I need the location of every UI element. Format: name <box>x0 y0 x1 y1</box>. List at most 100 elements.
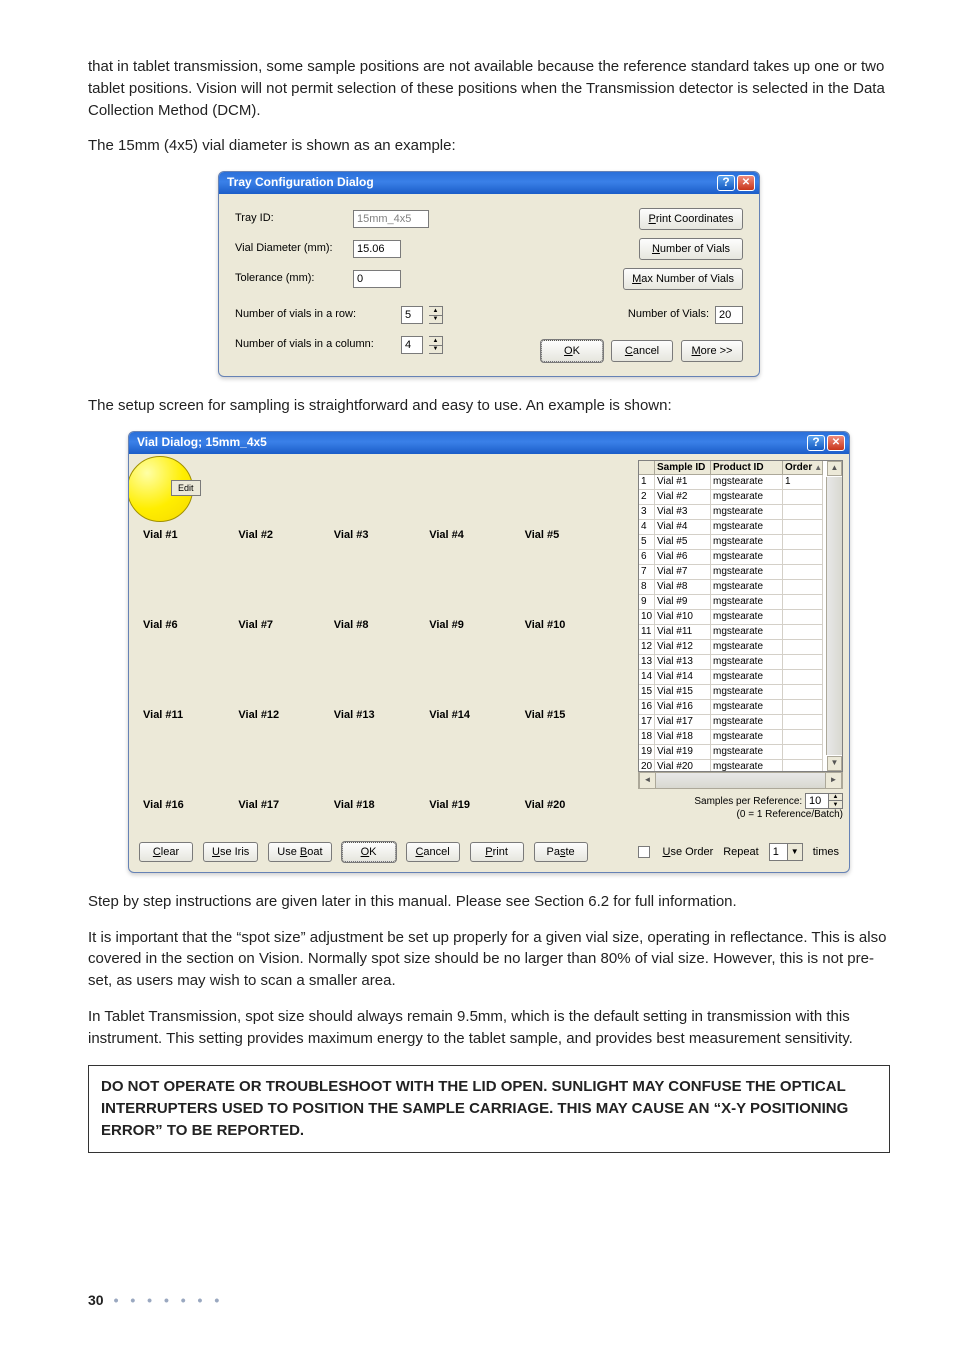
print-coordinates-button[interactable]: Print Coordinates <box>639 208 743 230</box>
vial-label: Vial #1 <box>143 528 178 544</box>
close-icon[interactable] <box>737 175 755 191</box>
samples-per-ref-hint: (0 = 1 Reference/Batch) <box>737 809 843 820</box>
vial-cell[interactable]: Vial #3 <box>334 468 429 544</box>
table-row[interactable]: 12Vial #12mgstearate <box>639 640 842 655</box>
table-row[interactable]: 18Vial #18mgstearate <box>639 730 842 745</box>
table-row[interactable]: 1Vial #1mgstearate1 <box>639 475 842 490</box>
tolerance-label: Tolerance (mm): <box>235 271 347 287</box>
vial-cell[interactable]: Vial #5 <box>525 468 620 544</box>
tolerance-input[interactable] <box>353 270 401 288</box>
scroll-left-icon[interactable]: ◄ <box>639 773 656 788</box>
help-icon[interactable] <box>717 175 735 191</box>
table-row[interactable]: 5Vial #5mgstearate <box>639 535 842 550</box>
tray-id-label: Tray ID: <box>235 211 347 227</box>
vial-cell[interactable]: Vial #13 <box>334 648 429 724</box>
body-paragraph: In Tablet Transmission, spot size should… <box>88 1006 890 1050</box>
vial-label: Vial #4 <box>429 528 464 544</box>
vial-cell[interactable]: Vial #19 <box>429 738 524 814</box>
body-paragraph: The 15mm (4x5) vial diameter is shown as… <box>88 135 890 157</box>
clear-button[interactable]: Clear <box>139 842 193 862</box>
vial-cell[interactable]: Vial #18 <box>334 738 429 814</box>
vial-cell[interactable]: Vial #17 <box>238 738 333 814</box>
tray-config-dialog: Tray Configuration Dialog Tray ID: Vial … <box>218 171 760 377</box>
vial-cell[interactable]: Vial #8 <box>334 558 429 634</box>
row-count-label: Number of vials in a row: <box>235 307 395 323</box>
help-icon[interactable] <box>807 435 825 451</box>
vial-cell[interactable]: Vial #10 <box>525 558 620 634</box>
table-row[interactable]: 16Vial #16mgstearate <box>639 700 842 715</box>
ok-button[interactable]: OK <box>541 340 603 362</box>
tray-id-input <box>353 210 429 228</box>
vial-diameter-input[interactable] <box>353 240 401 258</box>
table-row[interactable]: 11Vial #11mgstearate <box>639 625 842 640</box>
vial-label: Vial #14 <box>429 708 470 724</box>
edit-chip[interactable]: Edit <box>171 480 201 496</box>
col-count-input[interactable] <box>401 336 423 354</box>
vial-cell[interactable]: Vial #11 <box>143 648 238 724</box>
vial-label: Vial #18 <box>334 798 375 814</box>
table-row[interactable]: 9Vial #9mgstearate <box>639 595 842 610</box>
use-boat-button[interactable]: Use Boat <box>268 842 331 862</box>
vial-cell[interactable]: Vial #12 <box>238 648 333 724</box>
ok-button[interactable]: OK <box>342 842 396 862</box>
number-of-vials-button[interactable]: Number of Vials <box>639 238 743 260</box>
vial-cell[interactable]: Vial #16 <box>143 738 238 814</box>
table-row[interactable]: 6Vial #6mgstearate <box>639 550 842 565</box>
table-row[interactable]: 8Vial #8mgstearate <box>639 580 842 595</box>
table-row[interactable]: 17Vial #17mgstearate <box>639 715 842 730</box>
cancel-button[interactable]: Cancel <box>611 340 673 362</box>
vial-cell[interactable]: Vial #20 <box>525 738 620 814</box>
scroll-up-icon[interactable]: ▲ <box>827 461 842 476</box>
row-count-spinner[interactable]: ▲▼ <box>429 306 443 324</box>
sample-table[interactable]: Sample ID Product ID Order▲ 1Vial #1mgst… <box>638 460 843 772</box>
vial-cell[interactable]: Vial #14 <box>429 648 524 724</box>
vial-label: Vial #15 <box>525 708 566 724</box>
table-row[interactable]: 20Vial #20mgstearate <box>639 760 842 771</box>
page-number: 30 <box>88 1290 104 1310</box>
vial-cell[interactable]: Vial #9 <box>429 558 524 634</box>
vial-cell[interactable]: Edit Vial #1 <box>143 468 238 544</box>
vial-cell[interactable]: Vial #15 <box>525 648 620 724</box>
vial-cell[interactable]: Vial #7 <box>238 558 333 634</box>
vial-cell[interactable]: Vial #4 <box>429 468 524 544</box>
scrollbar-horizontal[interactable]: ◄ ► <box>638 772 843 789</box>
scrollbar-vertical[interactable] <box>826 477 842 755</box>
scroll-right-icon[interactable]: ► <box>825 773 842 788</box>
table-row[interactable]: 13Vial #13mgstearate <box>639 655 842 670</box>
samples-per-ref-spinner[interactable]: ▲▼ <box>829 793 843 809</box>
table-row[interactable]: 4Vial #4mgstearate <box>639 520 842 535</box>
vial-cell[interactable]: Vial #6 <box>143 558 238 634</box>
vial-label: Vial #16 <box>143 798 184 814</box>
table-row[interactable]: 14Vial #14mgstearate <box>639 670 842 685</box>
close-icon[interactable] <box>827 435 845 451</box>
repeat-combo[interactable]: 1▼ <box>769 843 803 861</box>
table-row[interactable]: 7Vial #7mgstearate <box>639 565 842 580</box>
vial-label: Vial #20 <box>525 798 566 814</box>
table-row[interactable]: 3Vial #3mgstearate <box>639 505 842 520</box>
print-button[interactable]: Print <box>470 842 524 862</box>
body-paragraph: The setup screen for sampling is straigh… <box>88 395 890 417</box>
table-row[interactable]: 10Vial #10mgstearate <box>639 610 842 625</box>
repeat-label: Repeat <box>723 846 758 858</box>
vial-dialog: Vial Dialog; 15mm_4x5 Edit Vial #1 Vial #2… <box>128 431 850 873</box>
table-row[interactable]: 15Vial #15mgstearate <box>639 685 842 700</box>
number-of-vials-input[interactable] <box>715 306 743 324</box>
row-count-input[interactable] <box>401 306 423 324</box>
more-button[interactable]: More >> <box>681 340 743 362</box>
col-count-spinner[interactable]: ▲▼ <box>429 336 443 354</box>
scroll-down-icon[interactable]: ▼ <box>827 756 842 771</box>
use-iris-button[interactable]: Use Iris <box>203 842 258 862</box>
table-row[interactable]: 19Vial #19mgstearate <box>639 745 842 760</box>
use-order-checkbox[interactable] <box>638 846 650 858</box>
dialog-titlebar: Vial Dialog; 15mm_4x5 <box>129 432 849 454</box>
paste-button[interactable]: Paste <box>534 842 588 862</box>
cancel-button[interactable]: Cancel <box>406 842 460 862</box>
table-header: Sample ID Product ID Order▲ <box>639 461 842 475</box>
vial-cell[interactable]: Vial #2 <box>238 468 333 544</box>
dialog-titlebar: Tray Configuration Dialog <box>219 172 759 194</box>
table-row[interactable]: 2Vial #2mgstearate <box>639 490 842 505</box>
number-of-vials-label: Number of Vials: <box>628 307 709 323</box>
vial-label: Vial #11 <box>143 708 183 724</box>
max-number-of-vials-button[interactable]: Max Number of Vials <box>623 268 743 290</box>
samples-per-ref-input[interactable] <box>805 793 829 809</box>
